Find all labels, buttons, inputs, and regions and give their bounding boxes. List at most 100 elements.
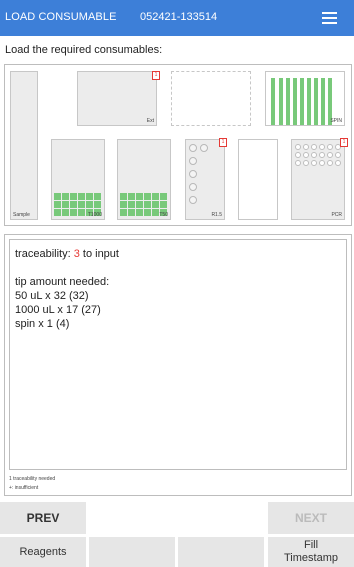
empty-slot[interactable] (171, 71, 251, 126)
pcr-well (319, 144, 325, 150)
fill-timestamp-button[interactable]: Fill Timestamp (268, 537, 354, 567)
ext-traceability-flag: 1 (152, 71, 160, 80)
pcr-well (327, 144, 333, 150)
spin-column (321, 78, 325, 125)
pcr-well (295, 160, 301, 166)
spin-column (314, 78, 318, 125)
tip-amount-header: tip amount needed: (15, 276, 110, 288)
pcr-label: PCR (331, 212, 342, 218)
t1000-label: T1000 (87, 212, 102, 218)
tip (160, 193, 167, 200)
pcr-well (303, 144, 309, 150)
pcr-well (295, 152, 301, 158)
legend-traceability: 1 traceability needed (9, 476, 56, 482)
blank-button-1[interactable] (89, 537, 175, 567)
tip (152, 201, 159, 208)
pcr-well (311, 144, 317, 150)
info-panel: traceability: 3 to input tip amount need… (4, 234, 352, 496)
tip (120, 193, 127, 200)
next-button[interactable]: NEXT (268, 502, 354, 534)
spin-column (286, 78, 290, 125)
tip (78, 209, 85, 216)
spin-column (300, 78, 304, 125)
tip-line: 50 uL x 32 (32) (15, 290, 89, 302)
ext-label: Ext (146, 118, 154, 124)
sample-slot[interactable]: Sample (10, 71, 38, 220)
t1000-slot[interactable]: T1000 (51, 139, 105, 220)
tip (144, 201, 151, 208)
pcr-well (295, 144, 301, 150)
tip (136, 209, 143, 216)
tip (62, 209, 69, 216)
pcr-well (311, 152, 317, 158)
blank-button-2[interactable] (178, 537, 264, 567)
tube-position (200, 144, 208, 152)
tube-position (189, 170, 197, 178)
info-text: traceability: 3 to input tip amount need… (15, 247, 119, 331)
pcr-well (327, 152, 333, 158)
hamburger-menu-icon[interactable] (322, 12, 337, 24)
pcr-well (335, 152, 341, 158)
tip (136, 201, 143, 208)
page-title: LOAD CONSUMABLE (5, 11, 117, 23)
tip (62, 201, 69, 208)
spin-label: SPIN (330, 118, 342, 124)
pcr-well (319, 160, 325, 166)
r15-slot[interactable]: R1.5 (185, 139, 225, 220)
tip-line: spin x 1 (4) (15, 318, 70, 330)
tip (160, 201, 167, 208)
tip (54, 201, 61, 208)
tip (62, 193, 69, 200)
pcr-well (303, 160, 309, 166)
pcr-well (335, 160, 341, 166)
r15-label: R1.5 (211, 212, 222, 218)
tip (128, 193, 135, 200)
spin-column (307, 78, 311, 125)
tip (78, 201, 85, 208)
t50-slot[interactable]: T50 (117, 139, 171, 220)
pcr-slot[interactable]: PCR (291, 139, 345, 220)
app-header: LOAD CONSUMABLE 052421-133514 (0, 0, 354, 36)
spin-column (293, 78, 297, 125)
tip (152, 193, 159, 200)
tip (54, 209, 61, 216)
legend-insufficient: +: insufficient (9, 485, 39, 491)
traceability-line: traceability: 3 to input (15, 247, 119, 261)
deck-layout: Sample Ext 1 SPIN T1000 T50 R1.5 1 PCR 1 (4, 64, 352, 226)
reagents-button[interactable]: Reagents (0, 537, 86, 567)
empty-slot-2[interactable] (238, 139, 278, 220)
tip (144, 193, 151, 200)
tube-position (189, 157, 197, 165)
tip (70, 209, 77, 216)
tube-position (189, 183, 197, 191)
info-text-box: traceability: 3 to input tip amount need… (9, 239, 347, 470)
tip (152, 209, 159, 216)
tip (94, 201, 101, 208)
ext-slot[interactable]: Ext (77, 71, 157, 126)
tip (120, 201, 127, 208)
tip (86, 193, 93, 200)
tube-position (189, 144, 197, 152)
tip (128, 201, 135, 208)
run-id: 052421-133514 (140, 11, 218, 23)
pcr-well (303, 152, 309, 158)
spin-column (279, 78, 283, 125)
tip (128, 209, 135, 216)
instruction-text: Load the required consumables: (5, 44, 163, 56)
tube-position (189, 196, 197, 204)
traceability-suffix: to input (82, 248, 119, 260)
spin-slot[interactable]: SPIN (265, 71, 345, 126)
r15-traceability-flag: 1 (219, 138, 227, 147)
tip (54, 193, 61, 200)
pcr-well (311, 160, 317, 166)
tip (70, 193, 77, 200)
tip (70, 201, 77, 208)
tip (86, 201, 93, 208)
traceability-count: 3 (73, 248, 80, 260)
sample-label: Sample (13, 212, 30, 218)
traceability-label: traceability: (15, 248, 71, 260)
tip-line: 1000 uL x 17 (27) (15, 304, 101, 316)
tip (120, 209, 127, 216)
prev-button[interactable]: PREV (0, 502, 86, 534)
t50-label: T50 (159, 212, 168, 218)
